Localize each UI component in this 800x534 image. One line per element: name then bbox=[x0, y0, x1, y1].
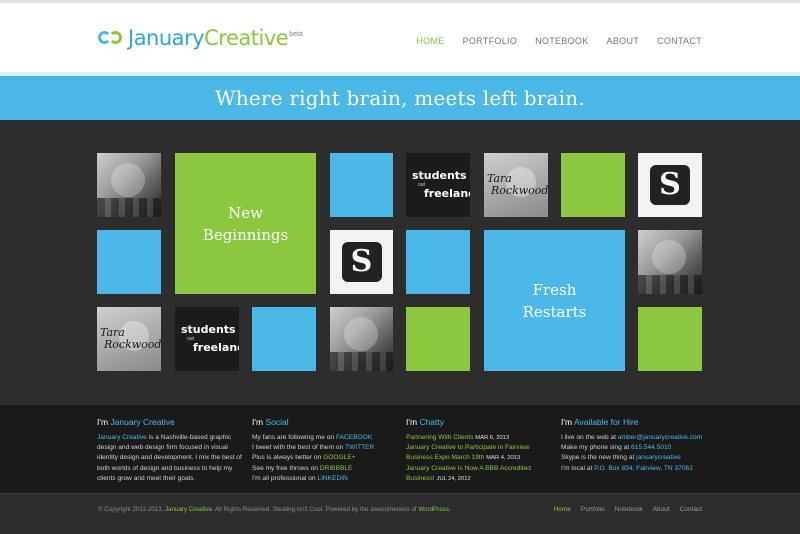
tile-text: Rockwood bbox=[491, 184, 548, 197]
site-logo[interactable]: JanuaryCreative beta bbox=[98, 25, 303, 51]
tile-text: students bbox=[412, 169, 467, 182]
linkedin-link[interactable]: LINKEDIN bbox=[317, 475, 347, 482]
tile-text: freelance bbox=[193, 341, 239, 354]
phone-link[interactable]: 615.544.5010 bbox=[631, 444, 671, 451]
social-line: I tweet with the best of them on TWITTER bbox=[252, 444, 375, 452]
portfolio-tile-photo[interactable] bbox=[97, 153, 161, 217]
tile-caption-line: Restarts bbox=[522, 302, 587, 321]
tile-text: students bbox=[181, 323, 236, 336]
tagline: Where right brain, meets left brain. bbox=[215, 86, 585, 110]
portfolio-tile-students-out-freelance[interactable]: students out freelance bbox=[406, 153, 470, 217]
footer-heading: I'm Available for Hire bbox=[561, 417, 639, 427]
post-date: JUL 24, 2012 bbox=[436, 475, 471, 482]
contact-line: I live on the web at amber@januarycreati… bbox=[561, 434, 703, 441]
nav-notebook[interactable]: NOTEBOOK bbox=[535, 36, 588, 46]
tile-text: Rockwood bbox=[104, 338, 161, 351]
address-link[interactable]: P.O. Box 834; Fairview, TN 37062 bbox=[594, 465, 693, 472]
nav-about[interactable]: ABOUT bbox=[607, 36, 640, 46]
footer-heading: I'm Chatty bbox=[406, 417, 445, 427]
wordpress-link[interactable]: WordPress bbox=[418, 506, 449, 513]
blog-post-item: Partnering With Clients MAR 6, 2013 bbox=[406, 433, 551, 443]
blog-post-link[interactable]: Partnering With Clients bbox=[406, 434, 473, 441]
post-date: MAR 6, 2013 bbox=[475, 435, 510, 441]
footer-col-social: I'm Social My fans are following me on F… bbox=[252, 417, 397, 484]
color-tile bbox=[638, 307, 702, 371]
copyright-link[interactable]: January Creative bbox=[165, 506, 212, 513]
color-tile bbox=[330, 153, 393, 217]
social-line: Plus is always better on GOOGLE+ bbox=[252, 454, 356, 462]
footer-col-chatty: I'm Chatty Partnering With Clients MAR 6… bbox=[406, 417, 551, 484]
portfolio-tile-photo[interactable] bbox=[330, 307, 393, 371]
logo-beta: beta bbox=[289, 31, 303, 38]
contact-line: Skype is the new thing at januarycreativ… bbox=[561, 454, 681, 462]
footer-nav-portfolio[interactable]: Portfolio bbox=[581, 506, 605, 513]
tile-caption-line: Fresh bbox=[532, 280, 577, 299]
footer-heading: I'm Social bbox=[252, 417, 289, 427]
color-tile bbox=[252, 307, 316, 371]
nav-home[interactable]: HOME bbox=[416, 36, 444, 46]
footer-nav-contact[interactable]: Contact bbox=[680, 506, 702, 513]
portfolio-tile-photo[interactable] bbox=[638, 230, 702, 294]
footer-nav-about[interactable]: About bbox=[653, 506, 670, 513]
copyright: © Copyright 2011-2013, January Creative.… bbox=[98, 506, 451, 513]
footer-nav: Home Portfolio Notebook About Contact bbox=[554, 506, 702, 513]
tile-caption-line: Beginnings bbox=[202, 225, 289, 244]
portfolio-tile-tara-rockwood[interactable]: Tara Rockwood bbox=[97, 307, 161, 371]
feature-tile-fresh-restarts[interactable]: Fresh Restarts bbox=[484, 230, 625, 371]
skype-link[interactable]: januarycreative bbox=[636, 454, 681, 461]
footer-link[interactable]: January Creative bbox=[97, 434, 147, 441]
email-link[interactable]: amber@januarycreative.com bbox=[618, 434, 702, 441]
s-logo-icon: S bbox=[341, 242, 382, 282]
footer-heading: I'm January Creative bbox=[97, 417, 175, 427]
footer-col-about: I'm January Creative January Creative is… bbox=[97, 417, 242, 484]
portfolio-tile-s-logo[interactable]: S bbox=[330, 230, 393, 294]
footer-col-hire: I'm Available for Hire I live on the web… bbox=[561, 417, 711, 474]
tile-caption-line: New bbox=[228, 203, 263, 222]
footer-nav-home[interactable]: Home bbox=[554, 506, 571, 513]
twitter-link[interactable]: TWITTER bbox=[345, 444, 374, 451]
social-line: See my free throws on DRIBBBLE bbox=[252, 464, 353, 472]
feature-tile-new-beginnings[interactable]: New Beginnings bbox=[175, 153, 316, 294]
main-nav: HOME PORTFOLIO NOTEBOOK ABOUT CONTACT bbox=[416, 36, 702, 46]
color-tile bbox=[406, 307, 470, 371]
contact-line: Make my phone sing at 615.544.5010 bbox=[561, 444, 672, 452]
logo-text: JanuaryCreative bbox=[128, 26, 289, 50]
tile-text: freelance bbox=[424, 187, 470, 200]
tagline-banner: Where right brain, meets left brain. bbox=[0, 72, 800, 120]
portfolio-tile-tara-rockwood[interactable]: Tara Rockwood bbox=[484, 153, 548, 217]
portfolio-grid: New Beginnings students out freelance Tar… bbox=[0, 120, 800, 405]
footer-nav-notebook[interactable]: Notebook bbox=[615, 506, 643, 513]
facebook-link[interactable]: FACEBOOK bbox=[336, 434, 372, 441]
color-tile bbox=[561, 153, 625, 217]
color-tile bbox=[97, 230, 161, 294]
site-header: JanuaryCreative beta HOME PORTFOLIO NOTE… bbox=[0, 0, 800, 72]
portfolio-tile-s-logo[interactable]: S bbox=[638, 153, 702, 217]
social-line: My fans are following me on FACEBOOK bbox=[252, 434, 373, 441]
footer-bottom-bar: © Copyright 2011-2013, January Creative.… bbox=[0, 493, 800, 534]
s-logo-icon: S bbox=[650, 165, 690, 205]
blog-post-item: January Creative Is Now A BBB Accredited… bbox=[406, 464, 551, 484]
color-tile bbox=[406, 230, 470, 294]
footer-about-text: January Creative is a Nashville-based gr… bbox=[97, 434, 242, 482]
nav-portfolio[interactable]: PORTFOLIO bbox=[463, 36, 518, 46]
googleplus-link[interactable]: GOOGLE+ bbox=[323, 454, 355, 461]
logo-mark-icon bbox=[98, 29, 124, 49]
blog-post-item: January Creative to Participate in Fairv… bbox=[406, 443, 551, 463]
dribbble-link[interactable]: DRIBBBLE bbox=[320, 465, 353, 472]
portfolio-tile-students-out-freelance[interactable]: students out freelance bbox=[175, 307, 239, 371]
nav-contact[interactable]: CONTACT bbox=[657, 36, 702, 46]
post-date: MAR 4, 2013 bbox=[486, 455, 521, 462]
contact-line: I'm local at P.O. Box 834; Fairview, TN … bbox=[561, 464, 693, 472]
social-line: I'm all professional on LINKEDIN bbox=[252, 474, 348, 482]
site-footer: I'm January Creative January Creative is… bbox=[0, 405, 800, 493]
